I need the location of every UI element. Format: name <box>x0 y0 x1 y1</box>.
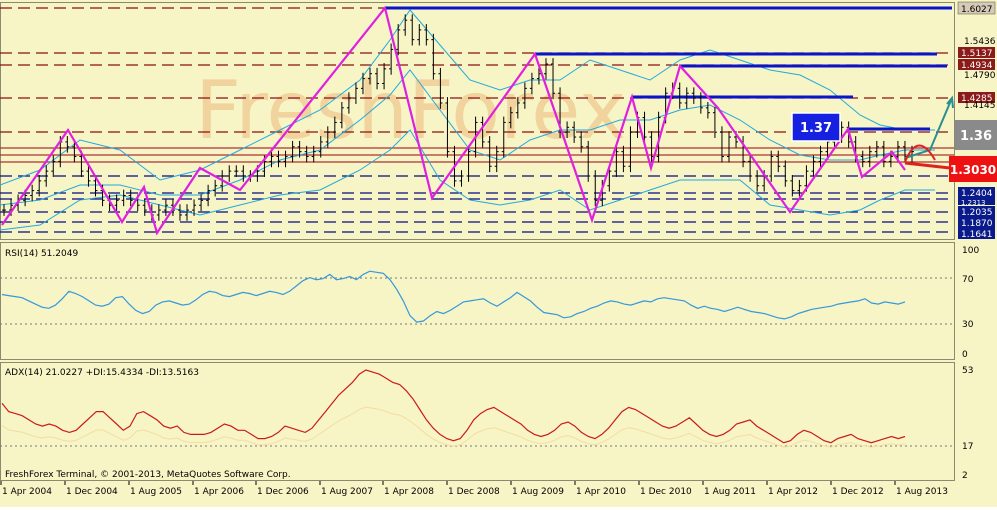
x-tick-label: 1 Dec 2012 <box>832 487 884 497</box>
callout-grey-text: 1.36 <box>960 129 992 144</box>
callout-red-text: 1.3030 <box>950 163 996 177</box>
x-tick-label: 1 Dec 2004 <box>66 487 118 497</box>
candle <box>628 126 633 173</box>
candle <box>818 145 823 168</box>
chart-canvas: FreshForex 1.37 1.36 1.3030 1.6027 1.543… <box>0 1 997 497</box>
candle <box>206 184 211 207</box>
callout-grey: 1.36 <box>955 120 997 150</box>
candle <box>705 101 710 119</box>
rsi-tick-70: 70 <box>962 275 974 285</box>
x-tick-label: 1 Apr 2010 <box>576 487 626 497</box>
price-label-s5: 1.1641 <box>961 230 993 240</box>
callout-red: 1.3030 <box>949 156 997 182</box>
candle <box>755 170 760 192</box>
footer-copyright: FreshForex Terminal, © 2001-2013, MetaQu… <box>5 470 291 480</box>
callout-blue: 1.37 <box>791 112 841 142</box>
adx-label: ADX(14) 21.0227 +DI:15.4334 -DI:13.5163 <box>5 368 199 378</box>
candle <box>396 24 401 56</box>
price-label-s4: 1.1870 <box>961 219 993 229</box>
candle <box>199 194 204 212</box>
candle <box>213 179 218 197</box>
x-tick-label: 1 Apr 2006 <box>194 487 244 497</box>
candle <box>234 165 239 177</box>
candle <box>698 92 703 114</box>
candle <box>783 160 788 187</box>
trading-chart: FreshForex 1.37 1.36 1.3030 1.6027 1.543… <box>0 0 997 507</box>
candle <box>797 179 802 197</box>
rsi-label: RSI(14) 51.2049 <box>5 249 78 259</box>
candle <box>30 184 35 202</box>
candle <box>776 150 781 173</box>
candle <box>227 165 232 182</box>
candle <box>726 131 731 163</box>
candle <box>410 14 415 46</box>
x-tick-label: 1 Apr 2008 <box>384 487 434 497</box>
candle <box>867 145 872 168</box>
candle <box>121 189 126 207</box>
x-tick-label: 1 Dec 2006 <box>257 487 309 497</box>
x-tick-label: 1 Dec 2010 <box>640 487 692 497</box>
price-label-r2: 1.5137 <box>961 49 993 59</box>
price-label-r1: 1.5436 <box>964 37 996 47</box>
price-label-r4: 1.4790 <box>964 71 996 81</box>
rsi-tick-30: 30 <box>962 320 974 330</box>
x-tick-label: 1 Dec 2008 <box>448 487 500 497</box>
callout-blue-text: 1.37 <box>800 121 832 136</box>
price-label-s1: 1.2404 <box>961 189 993 199</box>
x-tick-label: 1 Apr 2012 <box>768 487 818 497</box>
price-label-s2: 1.2313 <box>961 199 986 207</box>
x-tick-label: 1 Apr 2004 <box>2 487 52 497</box>
rsi-tick-0: 0 <box>962 350 968 360</box>
candle <box>2 204 6 216</box>
candle <box>403 14 408 36</box>
x-tick-label: 1 Aug 2005 <box>130 487 182 497</box>
adx-pane-frame <box>0 362 955 481</box>
candle <box>417 24 422 46</box>
x-tick-label: 1 Aug 2013 <box>896 487 948 497</box>
adx-tick-53: 53 <box>962 366 973 376</box>
adx-line <box>1 369 906 444</box>
candle <box>163 199 168 216</box>
x-tick-label: 1 Aug 2011 <box>704 487 756 497</box>
adx-tick-2: 2 <box>962 471 968 481</box>
candle <box>811 155 816 177</box>
projection-down-arrow <box>904 161 951 170</box>
candle <box>459 170 464 187</box>
price-label-s3: 1.2035 <box>961 208 993 218</box>
candle <box>748 155 753 182</box>
rsi-pane-frame <box>0 242 955 360</box>
rsi-line <box>1 270 906 323</box>
price-label-r6: 1.4145 <box>964 101 996 111</box>
candle <box>712 106 717 139</box>
adx-tick-17: 17 <box>962 442 973 452</box>
price-label-top: 1.6027 <box>961 5 993 15</box>
candle <box>156 204 161 221</box>
x-tick-label: 1 Aug 2007 <box>321 487 373 497</box>
price-label-r3: 1.4934 <box>961 61 993 71</box>
x-tick-label: 1 Aug 2009 <box>512 487 564 497</box>
rsi-tick-100: 100 <box>962 246 979 256</box>
